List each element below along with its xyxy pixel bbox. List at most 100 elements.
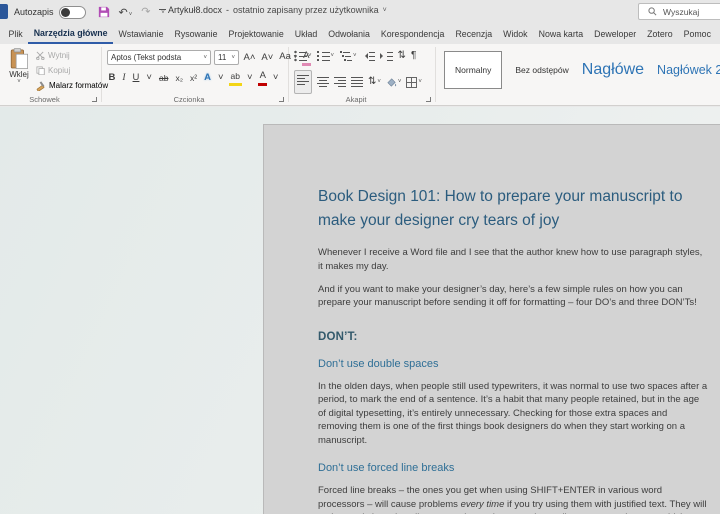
highlight-color-icon[interactable]: ab bbox=[229, 69, 241, 86]
toggle-knob bbox=[61, 8, 70, 17]
grow-font-icon[interactable]: A˄ bbox=[242, 51, 257, 65]
multilevel-list-button[interactable]: ˅ bbox=[339, 50, 357, 62]
italic-button[interactable]: I bbox=[121, 71, 127, 85]
tab-plik[interactable]: Plik bbox=[3, 24, 28, 44]
font-size-caret-icon: ˅ bbox=[231, 55, 235, 61]
font-name-combo[interactable]: Aptos (Tekst podsta ˅ bbox=[107, 50, 211, 65]
doc-subheading-line-breaks[interactable]: Don’t use forced line breaks bbox=[318, 462, 706, 474]
subscript-icon[interactable]: x₂ bbox=[174, 71, 185, 85]
paragraph-dialog-launcher-icon[interactable] bbox=[426, 97, 431, 102]
format-painter-button[interactable]: Malarz formatów bbox=[36, 79, 108, 92]
clipboard-dialog-launcher-icon[interactable] bbox=[92, 97, 97, 102]
clipboard-small-buttons: Wytnij Kopiuj Malarz formatów bbox=[36, 49, 108, 92]
show-formatting-marks-icon[interactable]: ¶ bbox=[411, 50, 416, 62]
doc-paragraph[interactable]: In the olden days, when people still use… bbox=[318, 380, 708, 447]
doc-paragraph[interactable]: Forced line breaks – the ones you get wh… bbox=[318, 484, 708, 514]
doc-subheading-double-spaces[interactable]: Don’t use double spaces bbox=[318, 358, 706, 370]
document-filename: Artykuł8.docx bbox=[168, 5, 222, 15]
save-icon[interactable] bbox=[98, 6, 110, 18]
cut-button[interactable]: Wytnij bbox=[36, 49, 108, 62]
line-spacing-button[interactable]: ⇅˅ bbox=[368, 76, 381, 88]
shading-bucket-icon bbox=[386, 77, 397, 88]
tab-nowa-karta[interactable]: Nowa karta bbox=[533, 24, 589, 44]
undo-button[interactable]: ↶˅ bbox=[119, 3, 133, 21]
doc-title[interactable]: Book Design 101: How to prepare your man… bbox=[318, 185, 718, 233]
borders-icon bbox=[406, 77, 417, 88]
tab-zotero[interactable]: Zotero bbox=[642, 24, 678, 44]
tab-uklad[interactable]: Układ bbox=[289, 24, 323, 44]
style-heading1[interactable]: Nagłówe bbox=[582, 61, 644, 79]
tab-pomoc[interactable]: Pomoc bbox=[678, 24, 716, 44]
autosave-control[interactable]: Autozapis bbox=[14, 6, 86, 19]
document-page[interactable]: Book Design 101: How to prepare your man… bbox=[263, 124, 720, 514]
group-paragraph: ˅ ˅ ˅ ⇅ ¶ ⇅˅ ˅ ˅ Akapit bbox=[289, 44, 435, 105]
bullet-caret-icon: ˅ bbox=[308, 53, 312, 59]
font-color-caret-icon[interactable]: ˅ bbox=[271, 71, 280, 85]
numbered-list-button[interactable]: ˅ bbox=[317, 50, 335, 62]
redo-icon[interactable]: ↷ bbox=[141, 7, 150, 18]
styles-gallery: Normalny Bez odstępów Nagłówe Nagłówek 2… bbox=[444, 48, 720, 92]
copy-button[interactable]: Kopiuj bbox=[36, 64, 108, 77]
bold-button[interactable]: B bbox=[107, 71, 117, 85]
doc-paragraph[interactable]: And if you want to make your designer’s … bbox=[318, 283, 708, 310]
tab-deweloper[interactable]: Deweloper bbox=[589, 24, 642, 44]
tab-recenzja[interactable]: Recenzja bbox=[450, 24, 498, 44]
doc-heading-dont[interactable]: DON’T: bbox=[318, 331, 706, 343]
shading-button[interactable]: ˅ bbox=[386, 77, 402, 88]
align-right-icon[interactable] bbox=[334, 77, 346, 88]
tab-widok[interactable]: Widok bbox=[498, 24, 533, 44]
document-content: Book Design 101: How to prepare your man… bbox=[264, 125, 706, 514]
search-box[interactable]: Wyszukaj bbox=[638, 3, 720, 20]
cut-label: Wytnij bbox=[48, 51, 70, 60]
style-heading2[interactable]: Nagłówek 2 bbox=[657, 63, 720, 77]
style-no-spacing[interactable]: Bez odstępów bbox=[515, 65, 568, 75]
customize-qat-icon[interactable]: ˅ bbox=[159, 9, 166, 15]
sort-icon[interactable]: ⇅ bbox=[398, 50, 406, 62]
underline-button[interactable]: U bbox=[131, 71, 141, 85]
multilevel-caret-icon: ˅ bbox=[353, 53, 357, 59]
text-effects-caret-icon[interactable]: ˅ bbox=[216, 71, 225, 85]
align-left-button[interactable] bbox=[294, 70, 312, 94]
bullet-list-button[interactable]: ˅ bbox=[294, 50, 312, 62]
font-name-caret-icon: ˅ bbox=[203, 55, 207, 61]
title-caret-icon: ˅ bbox=[383, 7, 387, 14]
autosave-toggle[interactable] bbox=[59, 6, 86, 19]
tab-rysowanie[interactable]: Rysowanie bbox=[169, 24, 223, 44]
paste-button[interactable]: Wklej ˅ bbox=[5, 48, 33, 98]
font-dialog-launcher-icon[interactable] bbox=[279, 97, 284, 102]
shrink-font-icon[interactable]: A˅ bbox=[260, 51, 275, 65]
doc-paragraph[interactable]: Whenever I receive a Word file and I see… bbox=[318, 246, 708, 273]
style-normal[interactable]: Normalny bbox=[444, 51, 502, 89]
tab-wstawianie[interactable]: Wstawianie bbox=[113, 24, 169, 44]
increase-indent-icon[interactable] bbox=[380, 50, 393, 62]
document-workspace: Book Design 101: How to prepare your man… bbox=[0, 107, 720, 514]
tab-projektowanie[interactable]: Projektowanie bbox=[223, 24, 289, 44]
tab-acrobat[interactable]: Acrobat bbox=[716, 24, 720, 44]
borders-caret-icon: ˅ bbox=[418, 79, 422, 85]
highlight-caret-icon[interactable]: ˅ bbox=[246, 71, 255, 85]
font-name-value: Aptos (Tekst podsta bbox=[111, 53, 181, 62]
copy-label: Kopiuj bbox=[48, 66, 70, 75]
underline-caret-icon[interactable]: ˅ bbox=[145, 71, 154, 85]
font-color-icon[interactable]: A bbox=[258, 69, 267, 86]
tab-korespondencja[interactable]: Korespondencja bbox=[375, 24, 450, 44]
clipboard-group-label: Schowek bbox=[0, 95, 89, 104]
undo-caret-icon: ˅ bbox=[129, 12, 133, 18]
word-app-icon[interactable] bbox=[0, 4, 8, 19]
font-group-label: Czcionka bbox=[102, 95, 276, 104]
tab-odwolania[interactable]: Odwołania bbox=[323, 24, 376, 44]
strikethrough-icon[interactable]: ab bbox=[157, 71, 169, 85]
group-styles: Normalny Bez odstępów Nagłówe Nagłówek 2… bbox=[436, 44, 720, 105]
ribbon: Wklej ˅ Wytnij Kopiuj bbox=[0, 44, 720, 106]
superscript-icon[interactable]: x² bbox=[189, 71, 199, 85]
document-title[interactable]: Artykuł8.docx - ostatnio zapisany przez … bbox=[168, 5, 387, 15]
text-effects-icon[interactable]: A bbox=[203, 71, 213, 85]
doc-text-run-italic: every time bbox=[461, 499, 505, 510]
font-size-value: 11 bbox=[218, 53, 226, 62]
align-justify-icon[interactable] bbox=[351, 77, 363, 88]
align-center-icon[interactable] bbox=[317, 77, 329, 88]
font-size-combo[interactable]: 11 ˅ bbox=[214, 50, 239, 65]
tab-narzedzia-glowne[interactable]: Narzędzia główne bbox=[28, 24, 113, 44]
decrease-indent-icon[interactable] bbox=[362, 50, 375, 62]
borders-button[interactable]: ˅ bbox=[406, 77, 422, 88]
